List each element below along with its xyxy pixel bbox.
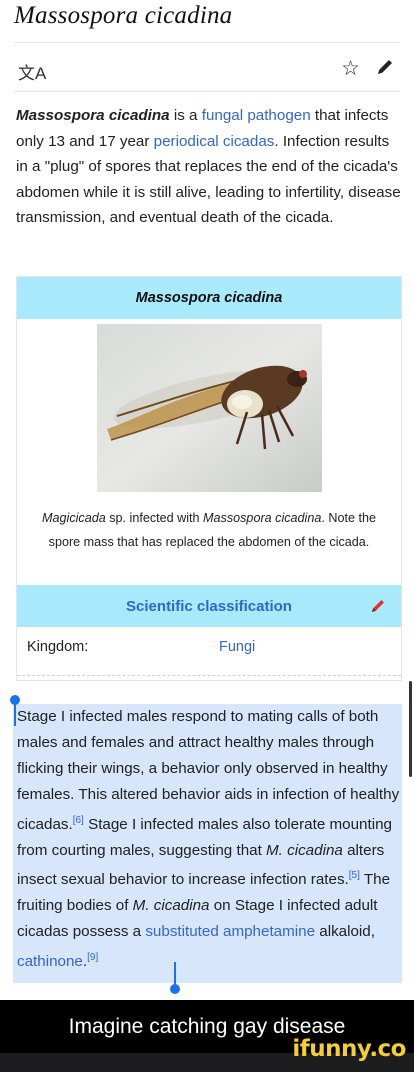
meme-caption: Imagine catching gay disease: [68, 1014, 346, 1038]
selected-paragraph[interactable]: Stage I infected males respond to mating…: [17, 704, 402, 975]
selection-start-caret: [14, 700, 16, 726]
reference-6[interactable]: [6]: [73, 815, 84, 826]
kingdom-link[interactable]: Fungi: [219, 639, 255, 655]
scrollbar[interactable]: [409, 681, 412, 777]
selection-end-handle[interactable]: [170, 984, 180, 994]
ifunny-watermark: ifunny.co: [292, 1036, 406, 1062]
reference-5[interactable]: [5]: [349, 870, 360, 881]
reference-9[interactable]: [9]: [87, 952, 98, 963]
translate-icon[interactable]: 文A: [18, 59, 46, 84]
title-divider: [14, 42, 400, 43]
lead-paragraph: Massospora cicadina is a fungal pathogen…: [16, 107, 401, 227]
link-substituted-amphetamine[interactable]: substituted amphetamine: [145, 923, 315, 940]
kingdom-label: Kingdom:: [27, 639, 89, 655]
infobox: Massospora cicadina Magicicada sp. infec…: [16, 276, 402, 681]
page-actions-bar: 文A ☆: [14, 56, 400, 84]
lead-term: Massospora cicadina: [16, 107, 170, 124]
page-title: Massospora cicadina: [14, 2, 233, 29]
link-fungal-pathogen[interactable]: fungal pathogen: [202, 107, 311, 124]
link-periodical-cicadas[interactable]: periodical cicadas: [154, 133, 275, 150]
infobox-caption: Magicicada sp. infected with Massospora …: [42, 511, 376, 549]
infobox-header: Massospora cicadina: [17, 277, 401, 319]
edit-classification-icon[interactable]: [369, 597, 387, 615]
selection-end-caret: [174, 962, 176, 986]
link-cathinone[interactable]: cathinone: [17, 953, 83, 970]
pencil-icon[interactable]: [374, 56, 396, 78]
kingdom-row: Kingdom: Fungi: [17, 635, 401, 663]
cicada-photo[interactable]: [97, 324, 322, 492]
actions-divider: [14, 91, 400, 92]
star-icon[interactable]: ☆: [341, 56, 360, 81]
clipped-row: [17, 675, 401, 681]
scientific-classification-header[interactable]: Scientific classification: [17, 585, 401, 627]
